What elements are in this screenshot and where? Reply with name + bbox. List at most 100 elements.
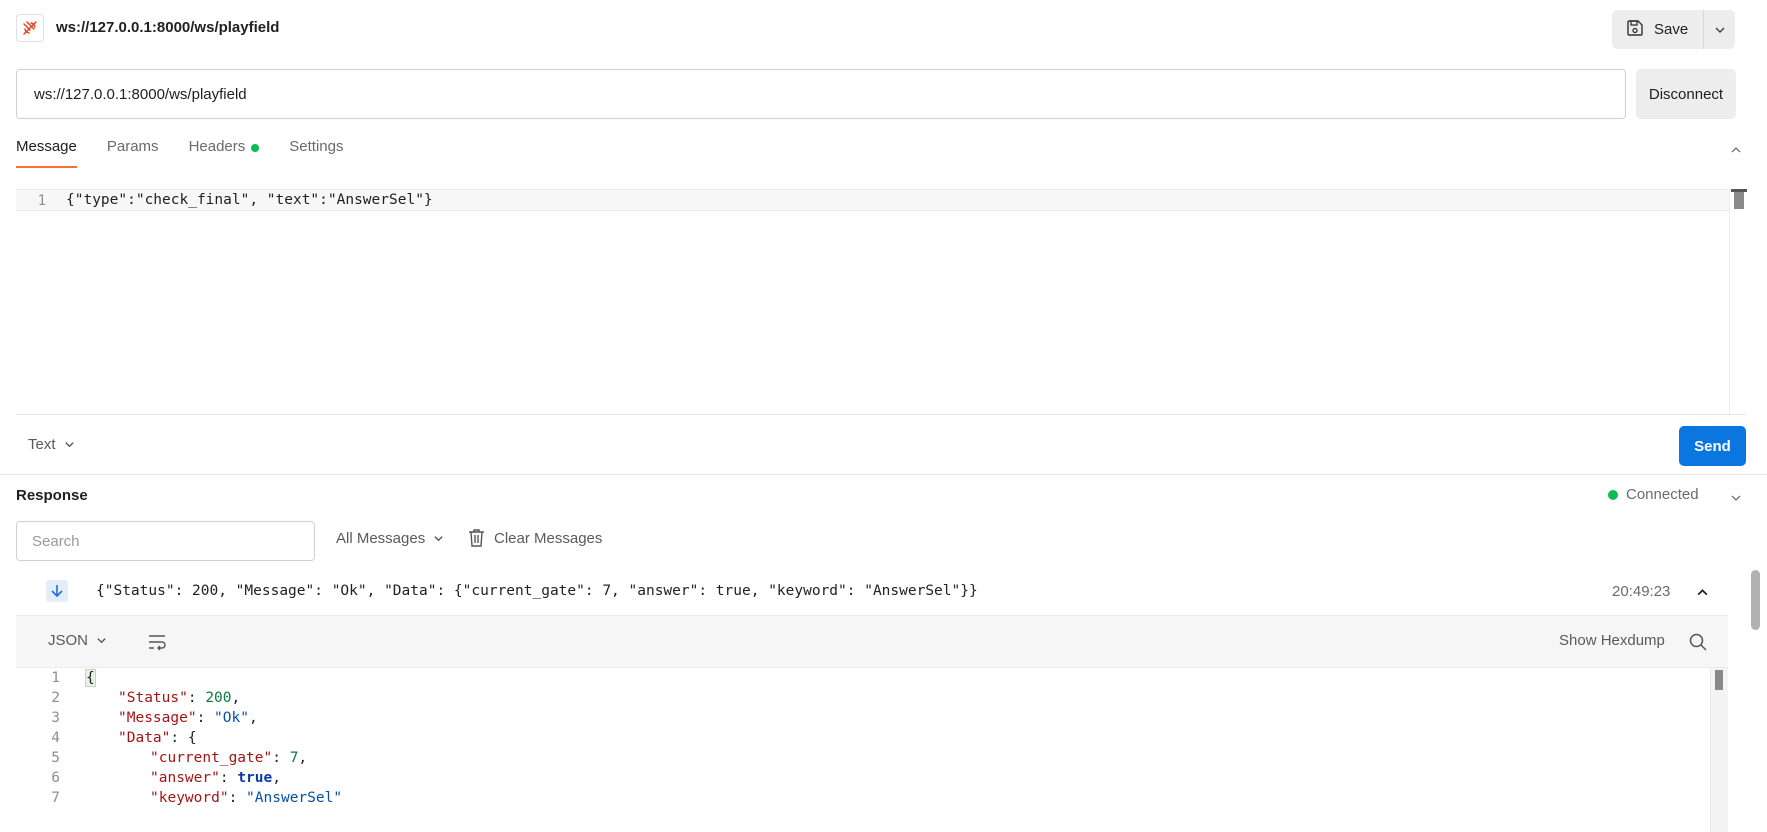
message-row[interactable]: {"Status": 200, "Message": "Ok", "Data":…: [16, 572, 1728, 614]
line-number: 1: [51, 670, 60, 686]
json-line: 7 "keyword": "AnswerSel": [16, 788, 1710, 810]
editor-content[interactable]: {"type":"check_final", "text":"AnswerSel…: [66, 192, 433, 208]
json-value: "AnswerSel": [246, 790, 343, 806]
chevron-up-icon: [1731, 147, 1741, 153]
request-tabs: Message Params Headers Settings: [16, 138, 373, 168]
chevron-down-icon: [1731, 495, 1741, 501]
chevron-down-icon: [434, 536, 443, 542]
json-line: 1 {: [16, 668, 1710, 690]
json-text: "answer": true,: [150, 770, 281, 786]
arrow-down-icon: [46, 580, 68, 602]
json-key: "Data": [118, 730, 171, 746]
view-format-dropdown[interactable]: JSON: [48, 632, 107, 649]
message-text: {"Status": 200, "Message": "Ok", "Data":…: [96, 583, 978, 599]
json-text: {: [85, 669, 96, 687]
chevron-down-icon: [97, 638, 106, 644]
request-title[interactable]: ws://127.0.0.1:8000/ws/playfield: [56, 19, 279, 36]
message-format-label: Text: [28, 436, 56, 453]
json-text: "Message": "Ok",: [118, 710, 258, 726]
json-scrollbar[interactable]: [1710, 668, 1728, 832]
response-title: Response: [16, 487, 88, 504]
json-line: 6 "answer": true,: [16, 768, 1710, 790]
chevron-up-icon: [1697, 588, 1707, 595]
tab-message[interactable]: Message: [16, 138, 77, 168]
tab-headers-label: Headers: [188, 138, 246, 155]
editor-scrollbar[interactable]: [1729, 189, 1747, 414]
json-line: 3 "Message": "Ok",: [16, 708, 1710, 730]
save-options-button[interactable]: [1703, 10, 1735, 49]
json-key: "answer": [150, 770, 220, 786]
headers-indicator-dot: [251, 144, 260, 152]
line-number: 6: [51, 770, 60, 786]
tab-params-label: Params: [106, 138, 159, 155]
json-key: "Message": [118, 710, 197, 726]
collapse-message-button[interactable]: [1692, 582, 1712, 602]
trash-icon: [469, 529, 484, 547]
tab-params[interactable]: Params: [107, 138, 159, 168]
json-key: "current_gate": [150, 750, 273, 766]
search-input[interactable]: [16, 521, 315, 561]
save-label: Save: [1654, 21, 1689, 38]
clear-messages-button[interactable]: Clear Messages: [468, 528, 602, 548]
json-text: "Data": {: [118, 730, 197, 746]
status-dot-icon: [1608, 489, 1618, 500]
json-scroll-thumb[interactable]: [1715, 670, 1723, 690]
save-button-group: Save: [1612, 10, 1735, 49]
url-input[interactable]: [16, 69, 1626, 119]
line-number: 5: [51, 750, 60, 766]
json-value: "Ok": [214, 710, 249, 726]
request-header: ws://127.0.0.1:8000/ws/playfield Save: [0, 0, 1767, 58]
message-filter-label: All Messages: [336, 530, 426, 547]
message-editor[interactable]: 1 {"type":"check_final", "text":"AnswerS…: [16, 189, 1729, 414]
word-wrap-icon: [149, 635, 166, 651]
chevron-down-icon: [1714, 26, 1725, 33]
websocket-icon: [16, 14, 44, 42]
save-button[interactable]: Save: [1612, 10, 1703, 49]
json-value: 7: [289, 750, 299, 766]
json-viewer: JSON Show Hexdump 1 { 2 "Status": 200, 3…: [16, 615, 1728, 832]
message-timestamp: 20:49:23: [1612, 583, 1671, 600]
collapse-request-button[interactable]: [1726, 140, 1746, 160]
page-scroll-thumb[interactable]: [1751, 570, 1760, 630]
chevron-down-icon: [64, 442, 74, 448]
tab-message-label: Message: [16, 138, 77, 155]
send-button[interactable]: Send: [1679, 426, 1746, 466]
disconnect-button[interactable]: Disconnect: [1636, 69, 1736, 119]
tab-settings-label: Settings: [289, 138, 344, 155]
save-icon: [1626, 19, 1644, 41]
line-number: 3: [51, 710, 60, 726]
editor-scroll-thumb[interactable]: [1731, 189, 1747, 209]
page-scrollbar[interactable]: [1745, 474, 1767, 832]
json-text: "Status": 200,: [118, 690, 241, 706]
json-key: "Status": [118, 690, 188, 706]
divider: [16, 414, 1746, 415]
show-hexdump-button[interactable]: Show Hexdump: [1559, 632, 1665, 649]
editor-line: 1 {"type":"check_final", "text":"AnswerS…: [16, 189, 1729, 211]
json-text: "current_gate": 7,: [150, 750, 308, 766]
word-wrap-button[interactable]: [145, 630, 169, 654]
json-brace: {: [85, 669, 96, 687]
json-text: "keyword": "AnswerSel": [150, 790, 343, 806]
clear-messages-label: Clear Messages: [494, 529, 603, 547]
json-value: 200: [205, 690, 232, 706]
tab-settings[interactable]: Settings: [289, 138, 343, 168]
json-line: 4 "Data": {: [16, 728, 1710, 750]
line-number: 1: [37, 193, 46, 209]
json-line: 2 "Status": 200,: [16, 688, 1710, 710]
connection-status-label: Connected: [1626, 486, 1699, 503]
json-key: "keyword": [150, 790, 229, 806]
divider: [0, 474, 1767, 475]
search-icon[interactable]: [1686, 630, 1710, 654]
view-format-label: JSON: [48, 632, 89, 649]
line-number: 7: [51, 790, 60, 806]
line-number: 4: [51, 730, 60, 746]
connection-status: Connected: [1608, 486, 1699, 503]
json-toolbar: JSON Show Hexdump: [16, 616, 1728, 668]
collapse-response-button[interactable]: [1726, 488, 1746, 508]
line-number: 2: [51, 690, 60, 706]
json-code: 1 { 2 "Status": 200, 3 "Message": "Ok", …: [16, 668, 1710, 832]
tab-headers[interactable]: Headers: [189, 138, 260, 168]
message-format-dropdown[interactable]: Text: [28, 436, 75, 453]
message-filter-dropdown[interactable]: All Messages: [336, 530, 444, 547]
json-line: 5 "current_gate": 7,: [16, 748, 1710, 770]
